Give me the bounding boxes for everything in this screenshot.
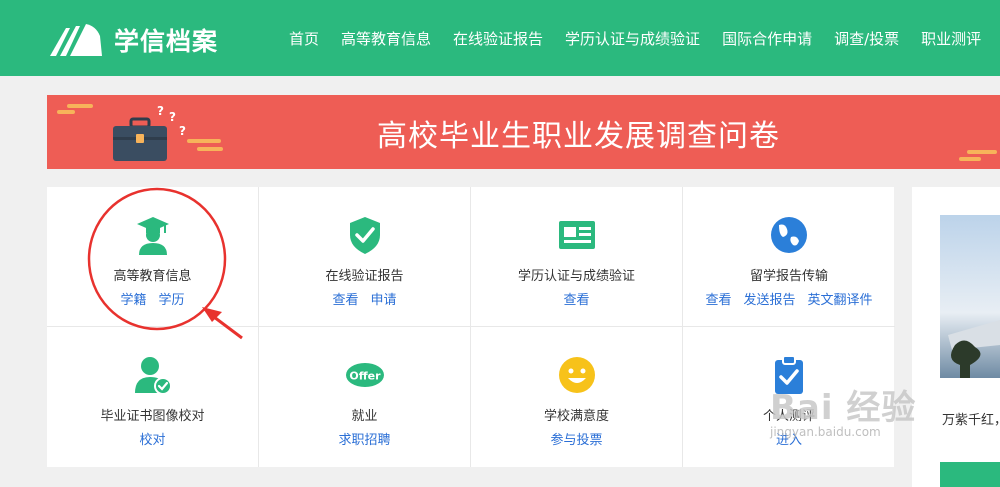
card-diploma-image-check: 毕业证书图像校对 校对 — [47, 327, 259, 467]
side-more-button[interactable] — [940, 462, 1000, 487]
survey-banner[interactable]: ? ? ? 高校毕业生职业发展调查问卷 — [47, 95, 1000, 169]
top-header: 学信档案 首页 高等教育信息 在线验证报告 学历认证与成绩验证 国际合作申请 调… — [0, 0, 1000, 76]
banner-decoration — [67, 104, 93, 108]
shield-check-icon — [349, 217, 380, 254]
nav-home[interactable]: 首页 — [289, 28, 319, 49]
globe-icon — [771, 217, 807, 253]
card-links: 查看 — [471, 289, 682, 308]
card-links: 参与投票 — [471, 429, 682, 448]
link-proofread[interactable]: 校对 — [139, 433, 165, 448]
side-photo — [940, 215, 1000, 378]
watermark-brand: Bai 经验 — [770, 388, 917, 428]
smiley-icon — [558, 357, 595, 393]
graduate-icon — [136, 217, 169, 255]
card-links: 查看 申请 — [259, 289, 470, 308]
card-title: 就业 — [351, 409, 378, 424]
card-links: 求职招聘 — [259, 429, 470, 448]
link-english-translation[interactable]: 英文翻译件 — [808, 293, 873, 308]
banner-decoration — [959, 157, 981, 161]
svg-text:?: ? — [179, 124, 186, 138]
logo-text: 学信档案 — [114, 27, 219, 56]
card-online-verification: 在线验证报告 查看 申请 — [259, 187, 471, 327]
nav-international[interactable]: 国际合作申请 — [722, 28, 812, 49]
banner-decoration — [197, 147, 223, 151]
card-higher-education: 高等教育信息 学籍 学历 — [47, 187, 259, 327]
nav-survey[interactable]: 调查/投票 — [834, 28, 899, 49]
svg-text:?: ? — [169, 110, 176, 124]
link-send-report[interactable]: 发送报告 — [743, 293, 795, 308]
briefcase-icon — [113, 117, 167, 161]
book-logo-icon — [50, 24, 102, 56]
baidu-watermark: Bai 经验 jingyan.baidu.com — [770, 380, 916, 439]
site-logo[interactable]: 学信档案 — [48, 20, 218, 60]
card-employment: Offer 就业 求职招聘 — [259, 327, 471, 467]
banner-decoration — [57, 110, 75, 114]
card-links: 学籍 学历 — [47, 289, 258, 308]
card-title: 毕业证书图像校对 — [100, 409, 205, 424]
link-vote[interactable]: 参与投票 — [550, 433, 602, 448]
card-title: 学历认证与成绩验证 — [517, 269, 635, 284]
banner-decoration — [967, 150, 997, 154]
user-check-icon — [134, 357, 172, 395]
side-news-card[interactable]: 万紫千红， — [912, 187, 1000, 487]
card-title: 在线验证报告 — [325, 269, 404, 284]
main-nav: 首页 高等教育信息 在线验证报告 学历认证与成绩验证 国际合作申请 调查/投票 … — [279, 0, 1000, 76]
card-title: 留学报告传输 — [749, 269, 828, 284]
nav-online-verification[interactable]: 在线验证报告 — [453, 28, 543, 49]
card-title: 学校满意度 — [543, 409, 609, 424]
card-certification: 学历认证与成绩验证 查看 — [471, 187, 683, 327]
card-school-satisfaction: 学校满意度 参与投票 — [471, 327, 683, 467]
link-view[interactable]: 查看 — [332, 293, 358, 308]
side-caption: 万紫千红， — [942, 413, 1000, 428]
link-apply[interactable]: 申请 — [371, 293, 397, 308]
card-links: 校对 — [47, 429, 258, 448]
link-student-status[interactable]: 学籍 — [120, 293, 146, 308]
services-panel: 高等教育信息 学籍 学历 在线验证报告 查看 申请 学历认证与成绩验证 查看 留… — [47, 187, 895, 467]
link-degree[interactable]: 学历 — [159, 293, 185, 308]
link-job-search[interactable]: 求职招聘 — [338, 433, 390, 448]
svg-text:?: ? — [157, 104, 164, 118]
id-card-icon — [558, 221, 595, 249]
tree-sign-image — [948, 320, 1000, 378]
nav-career-assessment[interactable]: 职业测评 — [921, 28, 981, 49]
offer-icon: Offer — [345, 363, 384, 387]
offer-badge-text: Offer — [349, 370, 381, 383]
card-links: 查看 发送报告 英文翻译件 — [683, 289, 895, 308]
card-study-abroad-report: 留学报告传输 查看 发送报告 英文翻译件 — [683, 187, 895, 327]
link-view[interactable]: 查看 — [563, 293, 589, 308]
banner-title: 高校毕业生职业发展调查问卷 — [377, 119, 780, 154]
nav-higher-education[interactable]: 高等教育信息 — [341, 28, 431, 49]
nav-certification[interactable]: 学历认证与成绩验证 — [565, 28, 700, 49]
link-view[interactable]: 查看 — [705, 293, 731, 308]
card-title: 高等教育信息 — [113, 269, 192, 284]
